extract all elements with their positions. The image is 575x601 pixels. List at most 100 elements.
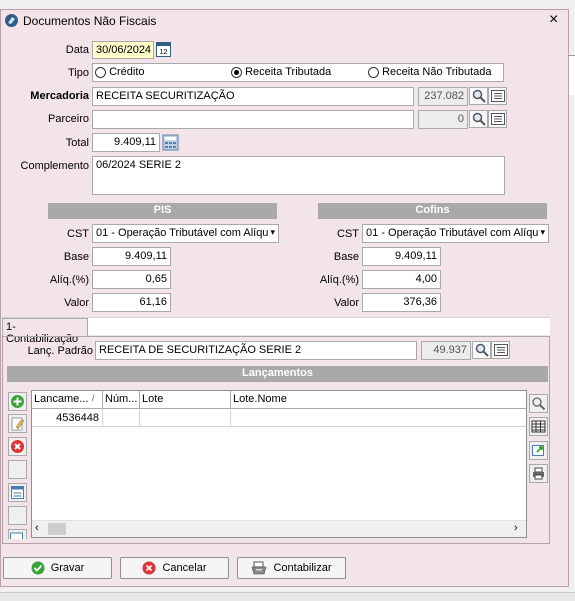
total-label: Total <box>65 137 89 149</box>
background-window-edge <box>569 55 575 95</box>
cofins-aliq-label: Alíq.(%) <box>319 274 359 286</box>
pis-cst-value: 01 - Operação Tributável com Alíqu <box>96 227 269 239</box>
calendar-icon[interactable]: 12 <box>156 42 171 57</box>
pis-header: PIS <box>48 203 277 219</box>
add-row-button[interactable] <box>8 392 27 411</box>
lancamentos-grid: Lancame... / Núm... Lote Lote.Nome 45364… <box>31 390 527 538</box>
col-header-lote[interactable]: Lote <box>140 391 231 409</box>
radio-receita-tributada-circle <box>231 66 242 78</box>
mercadoria-label: Mercadoria <box>30 90 89 102</box>
grid-header-row: Lancame... / Núm... Lote Lote.Nome <box>32 391 526 409</box>
lanc-padrao-search-icon[interactable] <box>472 341 491 359</box>
cofins-cst-dropdown-icon: ▾ <box>540 227 545 237</box>
gravar-button[interactable]: Gravar <box>3 557 112 579</box>
cofins-header: Cofins <box>318 203 547 219</box>
cell-lote-nome <box>231 410 526 427</box>
cancelar-button[interactable]: Cancelar <box>120 557 229 579</box>
cancel-icon <box>142 561 156 575</box>
lanc-padrao-label: Lanç. Padrão <box>27 345 93 357</box>
svg-text:12: 12 <box>160 49 168 56</box>
lancamentos-header: Lançamentos <box>7 366 548 382</box>
mercadoria-code: 237.082 <box>418 87 468 106</box>
mercadoria-input[interactable]: RECEITA SECURITIZAÇÃO <box>92 87 414 106</box>
title-bar: Documentos Não Fiscais × <box>1 10 568 32</box>
parceiro-search-icon[interactable] <box>469 110 488 128</box>
scroll-right-icon[interactable]: › <box>514 522 518 534</box>
edit-row-button[interactable] <box>8 414 27 433</box>
radio-credito-circle <box>95 66 106 78</box>
pis-cst-dropdown-icon: ▾ <box>270 227 275 237</box>
grid-side-button-partial[interactable] <box>8 529 27 542</box>
pis-base-input[interactable]: 9.409,11 <box>92 247 171 266</box>
pis-base-label: Base <box>63 251 89 263</box>
pis-cst-label: CST <box>67 228 89 240</box>
radio-receita-nao-tributada-label: Receita Não Tributada <box>382 66 492 78</box>
radio-credito[interactable]: Crédito <box>95 66 145 78</box>
mercadoria-search-icon[interactable] <box>469 87 488 105</box>
radio-receita-tributada-label: Receita Tributada <box>245 66 332 78</box>
cofins-base-input[interactable]: 9.409,11 <box>362 247 441 266</box>
parceiro-list-icon[interactable] <box>488 110 507 128</box>
table-row[interactable]: 4536448 <box>32 410 526 427</box>
parceiro-input[interactable] <box>92 110 414 129</box>
lanc-padrao-list-icon[interactable] <box>491 341 510 359</box>
print-button[interactable] <box>529 464 548 483</box>
horizontal-scrollbar[interactable]: ‹ › <box>32 520 526 537</box>
data-label: Data <box>65 44 89 56</box>
tipo-label: Tipo <box>68 67 89 79</box>
cofins-cst-select[interactable]: 01 - Operação Tributável com Alíqu ▾ <box>362 224 549 243</box>
cofins-valor-input[interactable]: 376,36 <box>362 293 441 312</box>
cofins-cst-label: CST <box>337 228 359 240</box>
pis-aliq-input[interactable]: 0,65 <box>92 270 171 289</box>
delete-row-button[interactable] <box>8 437 27 456</box>
scroll-thumb[interactable] <box>48 523 66 535</box>
table-view-button[interactable] <box>529 417 548 436</box>
pis-valor-label: Valor <box>64 297 89 309</box>
documentos-dialog: Documentos Não Fiscais × Data 30/06/2024… <box>0 9 569 587</box>
radio-receita-nao-tributada[interactable]: Receita Não Tributada <box>368 66 492 78</box>
tab-contabilizacao[interactable]: 1-Contabilização <box>2 318 88 345</box>
col-header-lote-nome[interactable]: Lote.Nome <box>231 391 526 409</box>
close-icon[interactable]: × <box>549 11 558 29</box>
pis-cst-select[interactable]: 01 - Operação Tributável com Alíqu ▾ <box>92 224 279 243</box>
blank-side-button-1[interactable] <box>8 460 27 479</box>
total-input[interactable]: 9.409,11 <box>92 133 160 152</box>
cofins-aliq-input[interactable]: 4,00 <box>362 270 441 289</box>
calculator-icon[interactable] <box>162 134 179 151</box>
cell-lancamento: 4536448 <box>32 410 103 427</box>
export-button[interactable] <box>529 441 548 460</box>
check-icon <box>31 561 45 575</box>
contabilizar-button[interactable]: Contabilizar <box>237 557 346 579</box>
cancelar-label: Cancelar <box>162 562 207 574</box>
lanc-padrao-code: 49.937 <box>421 341 471 360</box>
lanc-padrao-input[interactable]: RECEITA DE SECURITIZAÇÃO SERIE 2 <box>95 341 417 360</box>
pis-valor-input[interactable]: 61,16 <box>92 293 171 312</box>
col-header-lancamento-label: Lancame... <box>34 393 89 405</box>
window-title: Documentos Não Fiscais <box>23 14 157 28</box>
blank-side-button-2[interactable] <box>8 506 27 525</box>
col-header-numero[interactable]: Núm... <box>103 391 140 409</box>
cofins-base-label: Base <box>333 251 359 263</box>
mercadoria-list-icon[interactable] <box>488 87 507 105</box>
status-strip <box>0 592 575 601</box>
parceiro-label: Parceiro <box>48 113 89 125</box>
radio-receita-nao-tributada-circle <box>368 66 379 78</box>
form-view-button[interactable] <box>8 483 27 502</box>
cofins-valor-label: Valor <box>334 297 359 309</box>
radio-credito-label: Crédito <box>109 66 145 78</box>
calculator-print-icon <box>252 561 267 575</box>
date-input[interactable]: 30/06/2024 <box>92 41 154 59</box>
contabilizar-label: Contabilizar <box>273 562 332 574</box>
parceiro-code: 0 <box>418 110 468 129</box>
cofins-cst-value: 01 - Operação Tributável com Alíqu <box>366 227 539 239</box>
zoom-grid-button[interactable] <box>529 394 548 413</box>
scroll-left-icon[interactable]: ‹ <box>35 522 39 534</box>
cell-numero <box>103 410 140 427</box>
radio-receita-tributada[interactable]: Receita Tributada <box>231 66 331 78</box>
sort-indicator-icon: / <box>92 393 95 403</box>
cell-lote <box>140 410 231 427</box>
pis-aliq-label: Alíq.(%) <box>49 274 89 286</box>
complemento-textarea[interactable]: 06/2024 SERIE 2 <box>92 156 505 195</box>
col-header-lancamento[interactable]: Lancame... / <box>32 391 103 409</box>
tipo-radio-group: Crédito Receita Tributada Receita Não Tr… <box>92 63 504 82</box>
